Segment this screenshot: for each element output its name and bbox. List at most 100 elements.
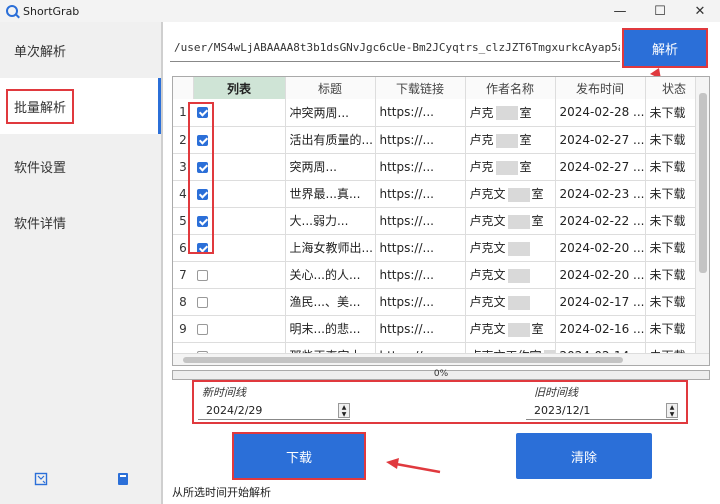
- row-author-tail-text: 室: [531, 214, 544, 228]
- sidebar-item-settings[interactable]: 软件设置: [0, 138, 161, 194]
- row-title-text: 突两周...: [289, 160, 337, 174]
- row-status-text: 未下载: [649, 241, 686, 255]
- row-date: 2024-02-27 ...: [555, 126, 646, 154]
- row-author-text: 卢克文: [469, 187, 506, 201]
- row-status-text: 未下载: [649, 268, 686, 282]
- table-row[interactable]: 6 上海女教师出... https://... 卢克文 2024-02-20 ... 未下…: [173, 234, 704, 262]
- row-date-text: 2024-02-23 ...: [559, 186, 645, 201]
- row-title-text: 渔民...、美...: [289, 295, 361, 309]
- results-table: 列表 标题 下载链接 作者名称 发布时间 状态 1 冲突两周... https://…: [172, 76, 710, 366]
- table-row[interactable]: 7 关心...的人... https://... 卢克文 2024-02-20 ... 未…: [173, 261, 704, 289]
- horizontal-scrollbar[interactable]: [173, 353, 709, 365]
- row-link: https://...: [375, 153, 466, 181]
- row-date: 2024-02-22 ...: [555, 207, 646, 235]
- row-author-text: 卢克文: [469, 214, 506, 228]
- row-date: 2024-02-23 ...: [555, 180, 646, 208]
- sidebar-item-single-parse[interactable]: 单次解析: [0, 22, 161, 78]
- row-author-text: 卢克: [469, 160, 494, 174]
- redacted-block: [495, 106, 518, 121]
- table-row[interactable]: 8 渔民...、美... https://... 卢克文 2024-02-17 ... 未…: [173, 288, 704, 316]
- header-author[interactable]: 作者名称: [465, 77, 556, 99]
- header-list[interactable]: 列表: [193, 77, 286, 99]
- checkbox[interactable]: [197, 296, 208, 308]
- annotation-arrow-icon: [386, 458, 441, 474]
- table-row[interactable]: 4 世界最...真... https://... 卢克文 室 2024-02-23 ...…: [173, 180, 704, 208]
- table-row[interactable]: 5 大...弱力... https://... 卢克文 室 2024-02-22 ... 未…: [173, 207, 704, 235]
- parse-button[interactable]: 解析: [622, 28, 708, 68]
- checkbox[interactable]: [197, 323, 208, 335]
- row-number-text: 7: [179, 267, 187, 282]
- row-date: 2024-02-20 ...: [555, 234, 646, 262]
- row-title: 上海女教师出...: [285, 234, 376, 262]
- redacted-block: [507, 322, 530, 337]
- row-link: https://...: [375, 288, 466, 316]
- row-title: 大...弱力...: [285, 207, 376, 235]
- row-author-tail-text: 室: [519, 133, 532, 147]
- row-title: 渔民...、美...: [285, 288, 376, 316]
- download-button[interactable]: 下载: [232, 432, 366, 480]
- header-link[interactable]: 下载链接: [375, 77, 466, 99]
- bookmark-icon[interactable]: [34, 472, 48, 486]
- row-number-text: 5: [179, 213, 187, 228]
- row-checkbox[interactable]: [193, 288, 286, 316]
- old-timeline-date-input[interactable]: 2023/12/1 ▲ ▼: [526, 402, 678, 420]
- row-author: 卢克 室: [465, 99, 556, 127]
- vertical-scrollbar[interactable]: [695, 77, 709, 365]
- sidebar-item-label: 软件详情: [14, 216, 67, 232]
- table-row[interactable]: 9 明末...的悲... https://... 卢克文 室 2024-02-16 ...…: [173, 315, 704, 343]
- row-number-text: 8: [179, 294, 187, 309]
- row-link-text: https://...: [379, 240, 434, 255]
- redacted-block: [507, 268, 530, 283]
- url-input[interactable]: /user/MS4wLjABAAAA8t3b1dsGNvJgc6cUe-Bm2J…: [170, 34, 620, 62]
- row-title: 冲突两周...: [285, 99, 376, 127]
- row-status-text: 未下载: [649, 187, 686, 201]
- redacted-block: [507, 241, 530, 256]
- row-date-text: 2024-02-20 ...: [559, 240, 645, 255]
- minimize-button[interactable]: —: [600, 0, 640, 22]
- timeline-panel: 新时间线 2024/2/29 ▲ ▼ 旧时间线 2023/12/1 ▲ ▼: [192, 380, 688, 424]
- row-title: 明末...的悲...: [285, 315, 376, 343]
- new-timeline-date-input[interactable]: 2024/2/29 ▲ ▼: [198, 402, 350, 420]
- row-number: 9: [173, 315, 193, 343]
- sidebar: 单次解析 批量解析 软件设置 软件详情: [0, 22, 163, 504]
- row-author-tail-text: 室: [531, 187, 544, 201]
- table-row[interactable]: 1 冲突两周... https://... 卢克 室 2024-02-28 ... 未下载: [173, 99, 704, 127]
- row-date: 2024-02-16 ...: [555, 315, 646, 343]
- row-author-tail-text: 室: [519, 105, 532, 120]
- redacted-block: [495, 133, 518, 148]
- maximize-button[interactable]: ☐: [640, 0, 680, 22]
- row-author: 卢克 室: [465, 126, 556, 154]
- row-title-text: 明末...的悲...: [289, 322, 361, 336]
- clear-button[interactable]: 清除: [516, 433, 652, 479]
- close-button[interactable]: ✕: [680, 0, 720, 22]
- app-logo-icon: [6, 5, 18, 17]
- row-link-text: https://...: [379, 321, 434, 336]
- sidebar-item-label: 软件设置: [14, 160, 67, 176]
- window-controls: — ☐ ✕: [600, 0, 720, 22]
- redacted-block: [507, 295, 530, 310]
- header-rownum: [173, 77, 194, 99]
- row-link: https://...: [375, 315, 466, 343]
- sidebar-item-batch-parse[interactable]: 批量解析: [0, 78, 161, 134]
- row-link-text: https://...: [379, 159, 434, 174]
- sidebar-item-details[interactable]: 软件详情: [0, 194, 161, 250]
- table-header-row: 列表 标题 下载链接 作者名称 发布时间 状态: [173, 77, 704, 99]
- row-checkbox[interactable]: [193, 261, 286, 289]
- row-number-text: 3: [179, 159, 187, 174]
- row-author: 卢克 室: [465, 153, 556, 181]
- row-author: 卢克文: [465, 288, 556, 316]
- row-checkbox[interactable]: [193, 315, 286, 343]
- row-date: 2024-02-27 ...: [555, 153, 646, 181]
- book-icon[interactable]: [116, 472, 130, 486]
- header-title[interactable]: 标题: [285, 77, 376, 99]
- checkbox[interactable]: [197, 269, 208, 281]
- row-title-text: 活出有质量的...: [289, 133, 373, 147]
- table-row[interactable]: 3 突两周... https://... 卢克 室 2024-02-27 ... 未下载: [173, 153, 704, 181]
- spinner-icon[interactable]: ▲ ▼: [338, 403, 350, 418]
- sidebar-item-label: 批量解析: [5, 88, 75, 124]
- header-date[interactable]: 发布时间: [555, 77, 646, 99]
- table-row[interactable]: 2 活出有质量的... https://... 卢克 室 2024-02-27 ... 未下…: [173, 126, 704, 154]
- row-link-text: https://...: [379, 267, 434, 282]
- row-author: 卢克文 室: [465, 180, 556, 208]
- spinner-icon[interactable]: ▲ ▼: [666, 403, 678, 418]
